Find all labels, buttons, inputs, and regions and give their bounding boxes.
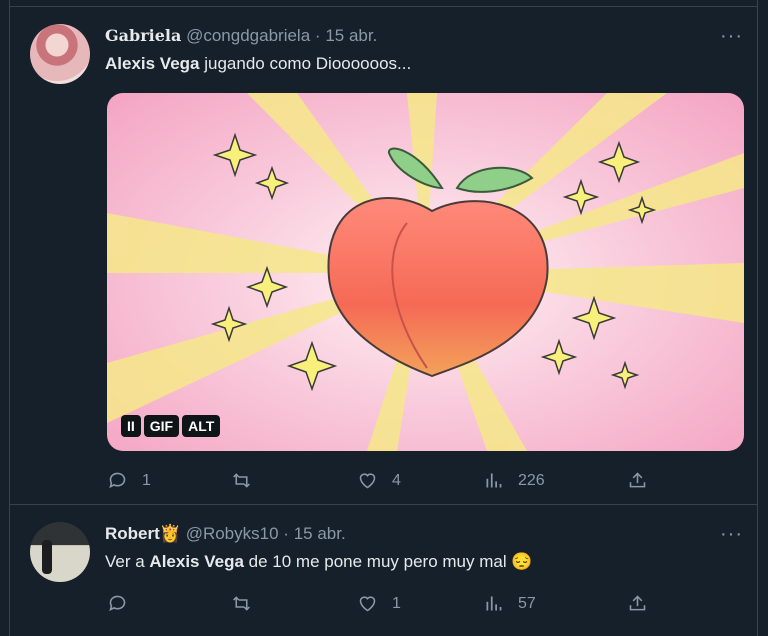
alt-button[interactable]: ALT bbox=[182, 415, 221, 437]
share-button[interactable] bbox=[627, 593, 648, 614]
tweet-text-body: jugando como Dioooooos... bbox=[199, 54, 412, 73]
views-count: 57 bbox=[518, 594, 536, 612]
pensive-emoji: 😔 bbox=[511, 552, 533, 571]
tweet-text-prefix: Ver a bbox=[105, 552, 150, 571]
reply-icon bbox=[109, 472, 126, 489]
avatar[interactable] bbox=[30, 24, 90, 84]
retweet-button[interactable] bbox=[231, 470, 266, 491]
peach-gif-illustration bbox=[107, 93, 744, 451]
like-icon bbox=[359, 473, 376, 489]
gif-badge: GIF bbox=[143, 415, 180, 437]
retweet-button[interactable] bbox=[231, 593, 266, 614]
reply-icon bbox=[109, 595, 126, 612]
tweet-date[interactable]: 15 abr. bbox=[294, 524, 346, 543]
media-badges: II GIF ALT bbox=[121, 415, 221, 437]
views-icon bbox=[486, 596, 502, 611]
separator: · bbox=[314, 26, 321, 45]
more-icon[interactable]: ··· bbox=[720, 523, 743, 546]
tweet[interactable]: Gabriela @congdgabriela · 15 abr. ··· Al… bbox=[10, 7, 757, 505]
more-icon[interactable]: ··· bbox=[720, 25, 743, 48]
tweet-text: Ver a Alexis Vega de 10 me pone muy pero… bbox=[105, 552, 533, 572]
tweet-header: Robert👸 @Robyks10 · 15 abr. bbox=[105, 524, 346, 544]
author-handle[interactable]: @congdgabriela bbox=[186, 26, 310, 45]
like-button[interactable]: 1 bbox=[357, 593, 401, 614]
pause-button[interactable]: II bbox=[121, 415, 141, 437]
tweet[interactable]: Robert👸 @Robyks10 · 15 abr. ··· Ver a Al… bbox=[10, 505, 757, 636]
views-icon bbox=[486, 473, 502, 488]
tweet-text-body: de 10 me pone muy pero muy mal bbox=[243, 552, 507, 571]
tweet-date[interactable]: 15 abr. bbox=[325, 26, 377, 45]
separator: · bbox=[283, 524, 289, 543]
author-name[interactable]: Gabriela bbox=[105, 26, 181, 45]
like-button[interactable]: 4 bbox=[357, 470, 401, 491]
tweet-text: Alexis Vega jugando como Dioooooos... bbox=[105, 54, 411, 74]
share-icon bbox=[629, 472, 646, 488]
tweet-actions: 1 57 bbox=[107, 593, 757, 617]
retweet-icon bbox=[233, 596, 250, 611]
reply-button[interactable]: 1 bbox=[107, 470, 151, 491]
tweet-actions: 1 4 226 bbox=[107, 470, 757, 494]
retweet-icon bbox=[233, 473, 250, 488]
avatar[interactable] bbox=[30, 522, 90, 582]
avatar-figure bbox=[42, 540, 52, 574]
share-button[interactable] bbox=[627, 470, 648, 491]
views-count: 226 bbox=[518, 471, 545, 489]
views-button[interactable]: 57 bbox=[483, 593, 536, 614]
reply-button[interactable] bbox=[107, 593, 142, 614]
author-name[interactable]: Robert bbox=[105, 524, 160, 543]
name-emoji: 👸 bbox=[159, 524, 181, 543]
views-button[interactable]: 226 bbox=[483, 470, 545, 491]
author-handle[interactable]: @Robyks10 bbox=[186, 524, 279, 543]
like-count: 4 bbox=[392, 471, 401, 489]
mention-text[interactable]: Alexis Vega bbox=[105, 54, 200, 73]
like-icon bbox=[359, 596, 376, 612]
reply-count: 1 bbox=[142, 471, 151, 489]
like-count: 1 bbox=[392, 594, 401, 612]
gif-media[interactable]: II GIF ALT bbox=[107, 93, 744, 451]
share-icon bbox=[629, 595, 646, 611]
mention-text[interactable]: Alexis Vega bbox=[149, 552, 244, 571]
tweet-header: Gabriela @congdgabriela · 15 abr. bbox=[105, 26, 377, 46]
